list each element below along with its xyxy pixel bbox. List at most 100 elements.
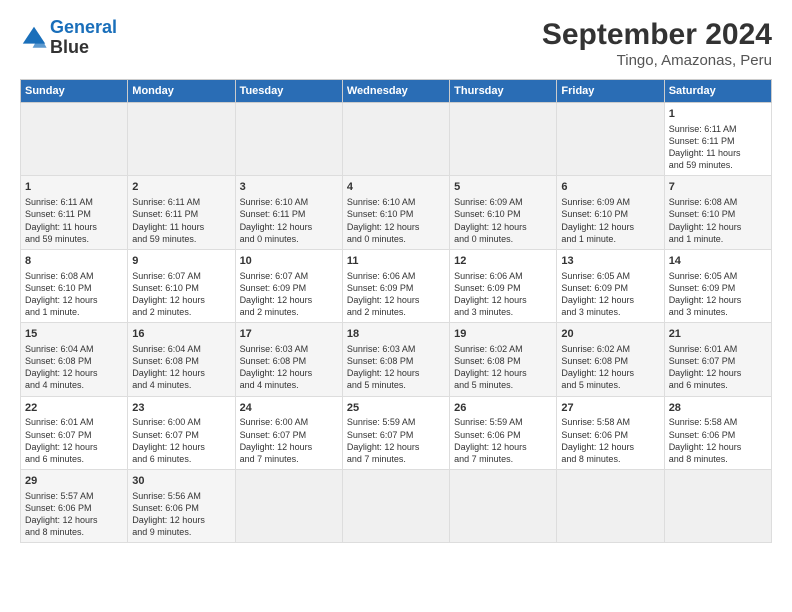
calendar-cell [128, 103, 235, 176]
col-header-sunday: Sunday [21, 80, 128, 103]
day-number: 2 [132, 180, 230, 195]
day-number: 24 [240, 401, 338, 416]
cell-content: Sunrise: 5:59 AM Sunset: 6:07 PM Dayligh… [347, 416, 445, 465]
cell-content: Sunrise: 6:10 AM Sunset: 6:11 PM Dayligh… [240, 196, 338, 245]
day-number: 8 [25, 254, 123, 269]
day-number: 16 [132, 327, 230, 342]
calendar-cell: 17Sunrise: 6:03 AM Sunset: 6:08 PM Dayli… [235, 323, 342, 396]
calendar-cell: 29Sunrise: 5:57 AM Sunset: 6:06 PM Dayli… [21, 470, 128, 543]
calendar-cell: 10Sunrise: 6:07 AM Sunset: 6:09 PM Dayli… [235, 249, 342, 322]
day-number: 26 [454, 401, 552, 416]
cell-content: Sunrise: 6:01 AM Sunset: 6:07 PM Dayligh… [669, 343, 767, 392]
cell-content: Sunrise: 5:58 AM Sunset: 6:06 PM Dayligh… [669, 416, 767, 465]
calendar-cell [557, 470, 664, 543]
day-number: 3 [240, 180, 338, 195]
calendar-cell: 16Sunrise: 6:04 AM Sunset: 6:08 PM Dayli… [128, 323, 235, 396]
day-number: 6 [561, 180, 659, 195]
col-header-saturday: Saturday [664, 80, 771, 103]
col-header-monday: Monday [128, 80, 235, 103]
calendar-cell: 13Sunrise: 6:05 AM Sunset: 6:09 PM Dayli… [557, 249, 664, 322]
cell-content: Sunrise: 6:00 AM Sunset: 6:07 PM Dayligh… [132, 416, 230, 465]
cell-content: Sunrise: 6:01 AM Sunset: 6:07 PM Dayligh… [25, 416, 123, 465]
calendar-cell [235, 103, 342, 176]
calendar-cell: 1Sunrise: 6:11 AM Sunset: 6:11 PM Daylig… [664, 103, 771, 176]
col-header-wednesday: Wednesday [342, 80, 449, 103]
calendar-cell [557, 103, 664, 176]
calendar-table: SundayMondayTuesdayWednesdayThursdayFrid… [20, 79, 772, 543]
calendar-cell: 2Sunrise: 6:11 AM Sunset: 6:11 PM Daylig… [128, 176, 235, 249]
cell-content: Sunrise: 5:57 AM Sunset: 6:06 PM Dayligh… [25, 490, 123, 539]
cell-content: Sunrise: 6:07 AM Sunset: 6:10 PM Dayligh… [132, 270, 230, 319]
calendar-cell: 6Sunrise: 6:09 AM Sunset: 6:10 PM Daylig… [557, 176, 664, 249]
calendar-cell: 27Sunrise: 5:58 AM Sunset: 6:06 PM Dayli… [557, 396, 664, 469]
day-number: 15 [25, 327, 123, 342]
day-number: 25 [347, 401, 445, 416]
logo: General Blue [20, 18, 117, 58]
calendar-cell: 15Sunrise: 6:04 AM Sunset: 6:08 PM Dayli… [21, 323, 128, 396]
calendar-cell: 18Sunrise: 6:03 AM Sunset: 6:08 PM Dayli… [342, 323, 449, 396]
page-header: General Blue September 2024 Tingo, Amazo… [20, 18, 772, 69]
calendar-cell: 24Sunrise: 6:00 AM Sunset: 6:07 PM Dayli… [235, 396, 342, 469]
calendar-cell [450, 470, 557, 543]
cell-content: Sunrise: 6:00 AM Sunset: 6:07 PM Dayligh… [240, 416, 338, 465]
calendar-cell: 22Sunrise: 6:01 AM Sunset: 6:07 PM Dayli… [21, 396, 128, 469]
day-number: 10 [240, 254, 338, 269]
calendar-cell: 23Sunrise: 6:00 AM Sunset: 6:07 PM Dayli… [128, 396, 235, 469]
logo-text: General Blue [50, 18, 117, 58]
calendar-cell: 12Sunrise: 6:06 AM Sunset: 6:09 PM Dayli… [450, 249, 557, 322]
cell-content: Sunrise: 6:11 AM Sunset: 6:11 PM Dayligh… [25, 196, 123, 245]
day-number: 20 [561, 327, 659, 342]
calendar-cell: 26Sunrise: 5:59 AM Sunset: 6:06 PM Dayli… [450, 396, 557, 469]
calendar-cell: 14Sunrise: 6:05 AM Sunset: 6:09 PM Dayli… [664, 249, 771, 322]
col-header-friday: Friday [557, 80, 664, 103]
calendar-cell: 1Sunrise: 6:11 AM Sunset: 6:11 PM Daylig… [21, 176, 128, 249]
calendar-cell: 21Sunrise: 6:01 AM Sunset: 6:07 PM Dayli… [664, 323, 771, 396]
calendar-cell: 19Sunrise: 6:02 AM Sunset: 6:08 PM Dayli… [450, 323, 557, 396]
day-number: 30 [132, 474, 230, 489]
cell-content: Sunrise: 5:59 AM Sunset: 6:06 PM Dayligh… [454, 416, 552, 465]
day-number: 29 [25, 474, 123, 489]
day-number: 9 [132, 254, 230, 269]
calendar-cell: 8Sunrise: 6:08 AM Sunset: 6:10 PM Daylig… [21, 249, 128, 322]
calendar-cell [342, 470, 449, 543]
day-number: 27 [561, 401, 659, 416]
calendar-cell: 5Sunrise: 6:09 AM Sunset: 6:10 PM Daylig… [450, 176, 557, 249]
cell-content: Sunrise: 6:04 AM Sunset: 6:08 PM Dayligh… [132, 343, 230, 392]
calendar-cell [21, 103, 128, 176]
cell-content: Sunrise: 6:07 AM Sunset: 6:09 PM Dayligh… [240, 270, 338, 319]
cell-content: Sunrise: 6:06 AM Sunset: 6:09 PM Dayligh… [454, 270, 552, 319]
cell-content: Sunrise: 6:09 AM Sunset: 6:10 PM Dayligh… [561, 196, 659, 245]
cell-content: Sunrise: 6:02 AM Sunset: 6:08 PM Dayligh… [454, 343, 552, 392]
calendar-cell [450, 103, 557, 176]
main-title: September 2024 [542, 18, 772, 52]
cell-content: Sunrise: 6:05 AM Sunset: 6:09 PM Dayligh… [561, 270, 659, 319]
logo-icon [20, 24, 48, 52]
cell-content: Sunrise: 5:56 AM Sunset: 6:06 PM Dayligh… [132, 490, 230, 539]
day-number: 23 [132, 401, 230, 416]
calendar-cell: 3Sunrise: 6:10 AM Sunset: 6:11 PM Daylig… [235, 176, 342, 249]
calendar-cell [235, 470, 342, 543]
calendar-cell: 20Sunrise: 6:02 AM Sunset: 6:08 PM Dayli… [557, 323, 664, 396]
day-number: 21 [669, 327, 767, 342]
cell-content: Sunrise: 6:11 AM Sunset: 6:11 PM Dayligh… [669, 123, 767, 172]
col-header-tuesday: Tuesday [235, 80, 342, 103]
day-number: 7 [669, 180, 767, 195]
day-number: 22 [25, 401, 123, 416]
day-number: 19 [454, 327, 552, 342]
calendar-cell: 4Sunrise: 6:10 AM Sunset: 6:10 PM Daylig… [342, 176, 449, 249]
calendar-cell: 11Sunrise: 6:06 AM Sunset: 6:09 PM Dayli… [342, 249, 449, 322]
day-number: 4 [347, 180, 445, 195]
cell-content: Sunrise: 6:08 AM Sunset: 6:10 PM Dayligh… [25, 270, 123, 319]
cell-content: Sunrise: 6:10 AM Sunset: 6:10 PM Dayligh… [347, 196, 445, 245]
day-number: 28 [669, 401, 767, 416]
day-number: 5 [454, 180, 552, 195]
cell-content: Sunrise: 6:11 AM Sunset: 6:11 PM Dayligh… [132, 196, 230, 245]
day-number: 13 [561, 254, 659, 269]
calendar-cell: 25Sunrise: 5:59 AM Sunset: 6:07 PM Dayli… [342, 396, 449, 469]
day-number: 1 [669, 107, 767, 122]
cell-content: Sunrise: 6:03 AM Sunset: 6:08 PM Dayligh… [347, 343, 445, 392]
cell-content: Sunrise: 6:08 AM Sunset: 6:10 PM Dayligh… [669, 196, 767, 245]
cell-content: Sunrise: 5:58 AM Sunset: 6:06 PM Dayligh… [561, 416, 659, 465]
calendar-cell: 7Sunrise: 6:08 AM Sunset: 6:10 PM Daylig… [664, 176, 771, 249]
calendar-cell [342, 103, 449, 176]
